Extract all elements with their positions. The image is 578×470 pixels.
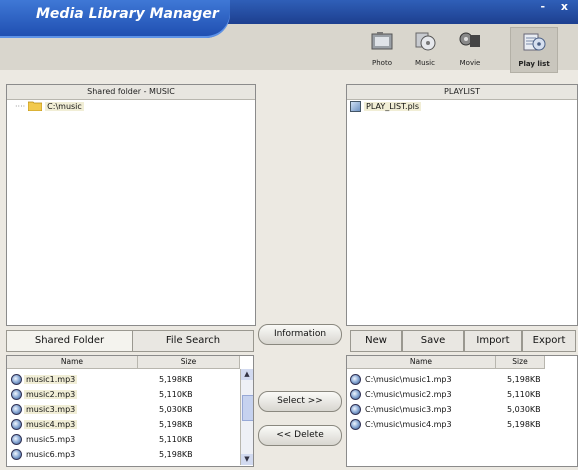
music-file-icon (350, 403, 361, 415)
export-button[interactable]: Export (522, 330, 576, 352)
playlist-file-item[interactable]: PLAY_LIST.pls (350, 101, 422, 112)
file-name: music6.mp3 (26, 449, 76, 459)
playlist-entry-name: C:\music\music2.mp3 (365, 389, 452, 399)
file-size: 5,198KB (159, 374, 193, 384)
file-list-name-header[interactable]: Name (7, 356, 138, 369)
table-row[interactable]: C:\music\music3.mp3 5,030KB (347, 402, 577, 416)
playlist-panel: PLAYLIST PLAY_LIST.pls (346, 84, 578, 326)
music-file-icon (350, 388, 361, 400)
playlist-entry-size: 5,198KB (507, 374, 541, 384)
tree-item-music[interactable]: ···· C:\music (15, 101, 84, 111)
photo-icon (371, 32, 393, 50)
tree-item-label: C:\music (45, 101, 84, 111)
tree-connector: ···· (15, 101, 26, 111)
music-file-icon (11, 388, 22, 400)
music-icon (415, 32, 436, 51)
music-button[interactable]: Music (405, 27, 445, 71)
table-row[interactable]: music5.mp3 5,110KB (7, 432, 253, 446)
table-row[interactable]: music1.mp3 5,198KB (7, 372, 253, 386)
playlist-size-header[interactable]: Size (496, 356, 545, 369)
window-controls[interactable]: - x (541, 0, 575, 13)
file-size: 5,198KB (159, 449, 193, 459)
playlist-entry-name: C:\music\music1.mp3 (365, 374, 452, 384)
movie-icon (459, 32, 480, 47)
shared-folder-panel: Shared folder - MUSIC ···· C:\music (6, 84, 256, 326)
file-name: music1.mp3 (24, 374, 78, 384)
playlist-entry-size: 5,110KB (507, 389, 541, 399)
table-row[interactable]: C:\music\music2.mp3 5,110KB (347, 387, 577, 401)
table-row[interactable]: music6.mp3 5,198KB (7, 447, 253, 461)
playlist-file-label: PLAY_LIST.pls (364, 102, 422, 111)
file-name: music4.mp3 (24, 419, 78, 429)
music-file-icon (11, 403, 22, 415)
file-name: music5.mp3 (26, 434, 76, 444)
music-label: Music (415, 59, 435, 67)
table-row[interactable]: C:\music\music1.mp3 5,198KB (347, 372, 577, 386)
table-row[interactable]: music4.mp3 5,198KB (7, 417, 253, 431)
movie-label: Movie (459, 59, 481, 67)
select-button[interactable]: Select >> (258, 391, 342, 412)
app-title: Media Library Manager (36, 6, 219, 22)
file-list-scrollbar[interactable]: ▲ ▼ (240, 369, 253, 465)
table-row[interactable]: music2.mp3 5,110KB (7, 387, 253, 401)
music-file-icon (350, 373, 361, 385)
movie-button[interactable]: Movie (450, 27, 490, 71)
photo-label: Photo (372, 59, 392, 67)
playlist-label: Play list (518, 60, 550, 68)
playlist-entry-name: C:\music\music3.mp3 (365, 404, 452, 414)
music-file-icon (11, 433, 22, 445)
music-file-icon (350, 418, 361, 430)
file-list: Name Size music1.mp3 5,198KB music2.mp3 … (6, 355, 254, 467)
file-name: music3.mp3 (24, 404, 78, 414)
playlist-entry-size: 5,198KB (507, 419, 541, 429)
playlist-icon (523, 33, 546, 51)
information-button[interactable]: Information (258, 324, 342, 345)
file-list-size-header[interactable]: Size (138, 356, 240, 369)
import-button[interactable]: Import (464, 330, 522, 352)
file-size: 5,110KB (159, 434, 193, 444)
music-file-icon (11, 448, 22, 460)
tab-shared-folder[interactable]: Shared Folder (6, 330, 133, 352)
title-tab: Media Library Manager (0, 0, 230, 38)
table-row[interactable]: music3.mp3 5,030KB (7, 402, 253, 416)
shared-folder-header: Shared folder - MUSIC (7, 85, 255, 100)
table-row[interactable]: C:\music\music4.mp3 5,198KB (347, 417, 577, 431)
music-file-icon (11, 373, 22, 385)
music-file-icon (11, 418, 22, 430)
playlist-list: Name Size C:\music\music1.mp3 5,198KB C:… (346, 355, 578, 467)
folder-icon (28, 101, 43, 111)
file-size: 5,198KB (159, 419, 193, 429)
scroll-thumb[interactable] (242, 395, 253, 421)
playlist-header: PLAYLIST (347, 85, 577, 100)
file-size: 5,030KB (159, 404, 193, 414)
new-button[interactable]: New (350, 330, 402, 352)
photo-button[interactable]: Photo (362, 27, 402, 71)
file-name: music2.mp3 (24, 389, 78, 399)
tab-file-search[interactable]: File Search (132, 330, 254, 352)
scroll-up-icon[interactable]: ▲ (241, 369, 253, 380)
save-button[interactable]: Save (402, 330, 464, 352)
playlist-button[interactable]: Play list (510, 27, 558, 73)
playlist-name-header[interactable]: Name (347, 356, 496, 369)
playlist-file-icon (350, 101, 361, 112)
delete-button[interactable]: << Delete (258, 425, 342, 446)
file-size: 5,110KB (159, 389, 193, 399)
scroll-down-icon[interactable]: ▼ (241, 454, 253, 465)
playlist-entry-size: 5,030KB (507, 404, 541, 414)
header-bar: Media Library Manager - x Photo Music Mo… (0, 0, 578, 73)
playlist-entry-name: C:\music\music4.mp3 (365, 419, 452, 429)
